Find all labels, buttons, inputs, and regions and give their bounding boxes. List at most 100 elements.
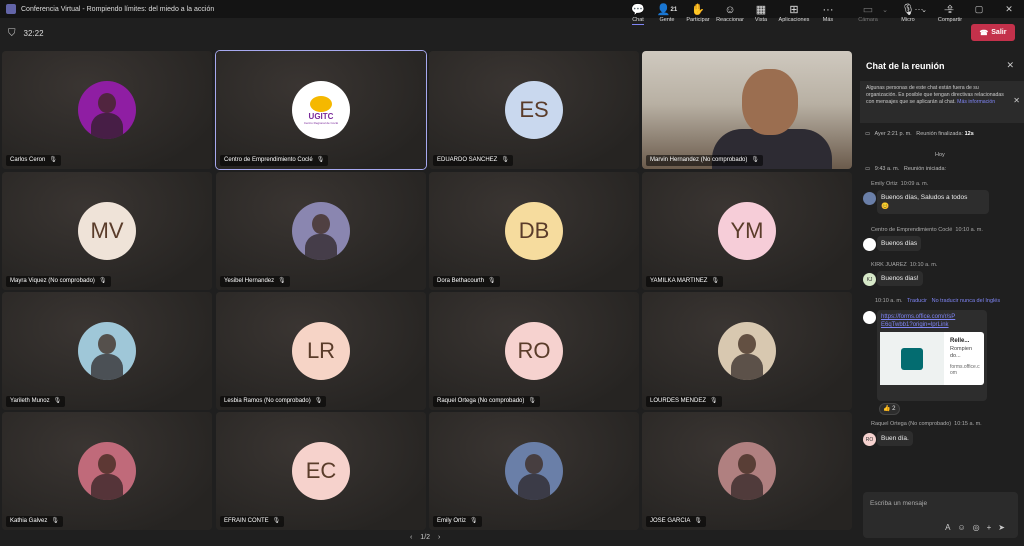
chat-message: Buenos días xyxy=(877,236,922,251)
participant-tile[interactable]: UGITC Centro Regional de Coclé Centro de E… xyxy=(215,50,427,170)
avatar: UGITC Centro Regional de Coclé xyxy=(292,81,350,139)
participant-name: EFRAIN CONTE 🎙 xyxy=(220,516,285,527)
avatar: DB xyxy=(505,202,563,260)
participant-name: Lesbia Ramos (No comprobado) 🎙 xyxy=(220,396,327,407)
camera-off-icon: ▭ xyxy=(862,4,874,16)
participant-tile[interactable]: Carlos Ceron 🎙 xyxy=(2,51,212,169)
mic-off-icon: 🎙 xyxy=(488,278,496,284)
format-icon[interactable]: A xyxy=(945,523,957,532)
mic-off-icon: 🎙 xyxy=(751,157,760,163)
participant-name-text: LOURDES MENDEZ xyxy=(650,398,707,404)
avatar xyxy=(718,322,776,380)
participant-tile[interactable]: Yesibel Hernandez 🎙 xyxy=(216,172,426,290)
participant-name-text: Carlos Ceron xyxy=(10,157,46,163)
translate-link[interactable]: Traducir xyxy=(907,298,927,304)
mic-options-chevron[interactable]: ⌄ xyxy=(919,4,929,28)
camera-options-chevron[interactable]: ⌄ xyxy=(880,4,890,28)
send-icon[interactable]: ➤ xyxy=(998,523,1012,532)
close-chat-icon[interactable]: ✕ xyxy=(1006,60,1014,71)
chat-button[interactable]: 💬 Chat xyxy=(628,4,648,28)
thumbs-up-icon: 👍 xyxy=(883,406,891,412)
compose-box[interactable]: Escriba un mensaje A☺◎+➤ xyxy=(863,492,1018,538)
mic-off-icon: 🎙 xyxy=(53,398,62,404)
view-button[interactable]: ▦ Vista xyxy=(751,4,771,28)
previous-page-icon[interactable]: ‹ xyxy=(410,534,412,541)
participant-tile[interactable]: YM YAMILKA MARTINEZ 🎙 xyxy=(642,172,852,290)
participant-name-text: Mayra Viquez (No comprobado) xyxy=(10,278,95,284)
maximize-icon[interactable]: ▢ xyxy=(964,0,994,18)
participant-name: Raquel Ortega (No comprobado) 🎙 xyxy=(433,396,541,407)
mic-off-icon: 🎙 xyxy=(314,398,323,404)
participant-name: Kathia Galvez 🎙 xyxy=(6,516,63,527)
chat-panel: Chat de la reunión ✕ Algunas personas de… xyxy=(857,51,1024,546)
meeting-ended-event: ▭ Ayer 2:21 p. m. Reunión finalizada: 12… xyxy=(865,131,974,137)
participant-tile[interactable]: EC EFRAIN CONTE 🎙 xyxy=(216,412,426,530)
pager: ‹ 1/2 › xyxy=(410,534,441,541)
raise-hand-button[interactable]: ✋ Participar xyxy=(683,4,713,28)
emoji-icon[interactable]: ☺ xyxy=(957,523,972,532)
close-icon[interactable]: ✕ xyxy=(994,0,1024,18)
participant-tile[interactable]: LOURDES MENDEZ 🎙 xyxy=(642,292,852,410)
participant-name: EDUARDO SANCHEZ 🎙 xyxy=(433,155,513,166)
chat-title: Chat de la reunión xyxy=(866,61,945,71)
sticker-icon[interactable]: ◎ xyxy=(973,523,987,532)
more-info-link[interactable]: Más información xyxy=(957,99,995,105)
participant-tile[interactable]: Kathia Galvez 🎙 xyxy=(2,412,212,530)
avatar: RO xyxy=(505,322,563,380)
camera-button[interactable]: ▭ Cámara xyxy=(856,4,880,28)
participant-name: Mayra Viquez (No comprobado) 🎙 xyxy=(6,276,111,287)
leave-button[interactable]: ☎ Salir xyxy=(971,24,1015,41)
participant-tile[interactable]: MV Mayra Viquez (No comprobado) 🎙 xyxy=(2,172,212,290)
avatar xyxy=(292,202,350,260)
compose-input[interactable]: Escriba un mensaje xyxy=(870,500,927,507)
reaction-badge[interactable]: 👍 2 xyxy=(879,403,900,415)
attach-icon[interactable]: + xyxy=(987,523,999,532)
participant-name: Carlos Ceron 🎙 xyxy=(6,155,61,166)
people-button[interactable]: 👤21 Gente xyxy=(654,4,680,28)
participant-name: Emily Ortiz 🎙 xyxy=(433,516,482,527)
more-button[interactable]: ··· Más xyxy=(819,4,837,28)
participant-name: Marvin Hernandez (No comprobado) 🎙 xyxy=(646,155,764,166)
participant-name-text: Dora Bethacourth xyxy=(437,278,485,284)
link-preview-card[interactable]: Relle... Rompien do... forms.office.com xyxy=(880,332,984,385)
participant-tile[interactable]: ES EDUARDO SANCHEZ 🎙 xyxy=(429,51,639,169)
avatar xyxy=(78,322,136,380)
mic-off-icon: 🎙 xyxy=(711,278,720,284)
avatar: ES xyxy=(505,81,563,139)
avatar xyxy=(863,192,876,205)
participant-name: Dora Bethacourth 🎙 xyxy=(433,276,500,287)
mic-off-icon: 🎙 xyxy=(278,278,286,284)
participant-tile[interactable]: Emily Ortiz 🎙 xyxy=(429,412,639,530)
participant-tile[interactable]: DB Dora Bethacourth 🎙 xyxy=(429,172,639,290)
mic-off-icon: 🎙 xyxy=(470,518,478,524)
participant-tile[interactable]: Marvin Hernandez (No comprobado) 🎙 xyxy=(642,51,852,169)
dismiss-notice-icon[interactable]: ✕ xyxy=(1013,97,1020,105)
participant-tile[interactable]: JOSE GARCIA 🎙 xyxy=(642,412,852,530)
mic-off-icon: 🎙 xyxy=(272,518,281,524)
meeting-started-event: ▭ 9:43 a. m. Reunión iniciada: xyxy=(865,166,947,172)
never-translate-link[interactable]: No traducir nunca del Inglés xyxy=(932,298,1000,304)
emoji-icon: 😊 xyxy=(881,203,890,210)
avatar: KJ xyxy=(863,273,876,286)
participant-name: Centro de Emprendimiento Coclé 🎙 xyxy=(220,155,329,166)
chevron-down-icon: ⌄ xyxy=(921,7,927,14)
participant-name-text: YAMILKA MARTINEZ xyxy=(650,278,708,284)
participant-video xyxy=(742,69,798,135)
mic-off-icon: 🎙 xyxy=(901,4,915,16)
participant-tile[interactable]: LR Lesbia Ramos (No comprobado) 🎙 xyxy=(216,292,426,410)
next-page-icon[interactable]: › xyxy=(438,534,440,541)
apps-button[interactable]: ⊞ Aplicaciones xyxy=(776,4,812,28)
message-sender: Raquel Ortega (No comprobado) 10:15 a. m… xyxy=(871,421,982,427)
share-button[interactable]: ⇪ Compartir xyxy=(934,4,966,28)
mic-button[interactable]: 🎙 Micro xyxy=(898,4,918,28)
mic-off-icon: 🎙 xyxy=(528,398,537,404)
participant-tile[interactable]: Yarileth Munoz 🎙 xyxy=(2,292,212,410)
forms-link[interactable]: https://forms.office.com/r/sPE6qTwbb1?or… xyxy=(881,313,959,329)
participant-tile[interactable]: RO Raquel Ortega (No comprobado) 🎙 xyxy=(429,292,639,410)
mic-off-icon: 🎙 xyxy=(98,278,107,284)
chat-message: Buenos días, Saludos a todos 😊 xyxy=(877,190,989,214)
participant-name: YAMILKA MARTINEZ 🎙 xyxy=(646,276,724,287)
message-sender: Emily Ortiz 10:09 a. m. xyxy=(871,181,929,187)
react-button[interactable]: ☺ Reaccionar xyxy=(715,4,745,28)
chevron-down-icon: ⌄ xyxy=(882,7,888,14)
